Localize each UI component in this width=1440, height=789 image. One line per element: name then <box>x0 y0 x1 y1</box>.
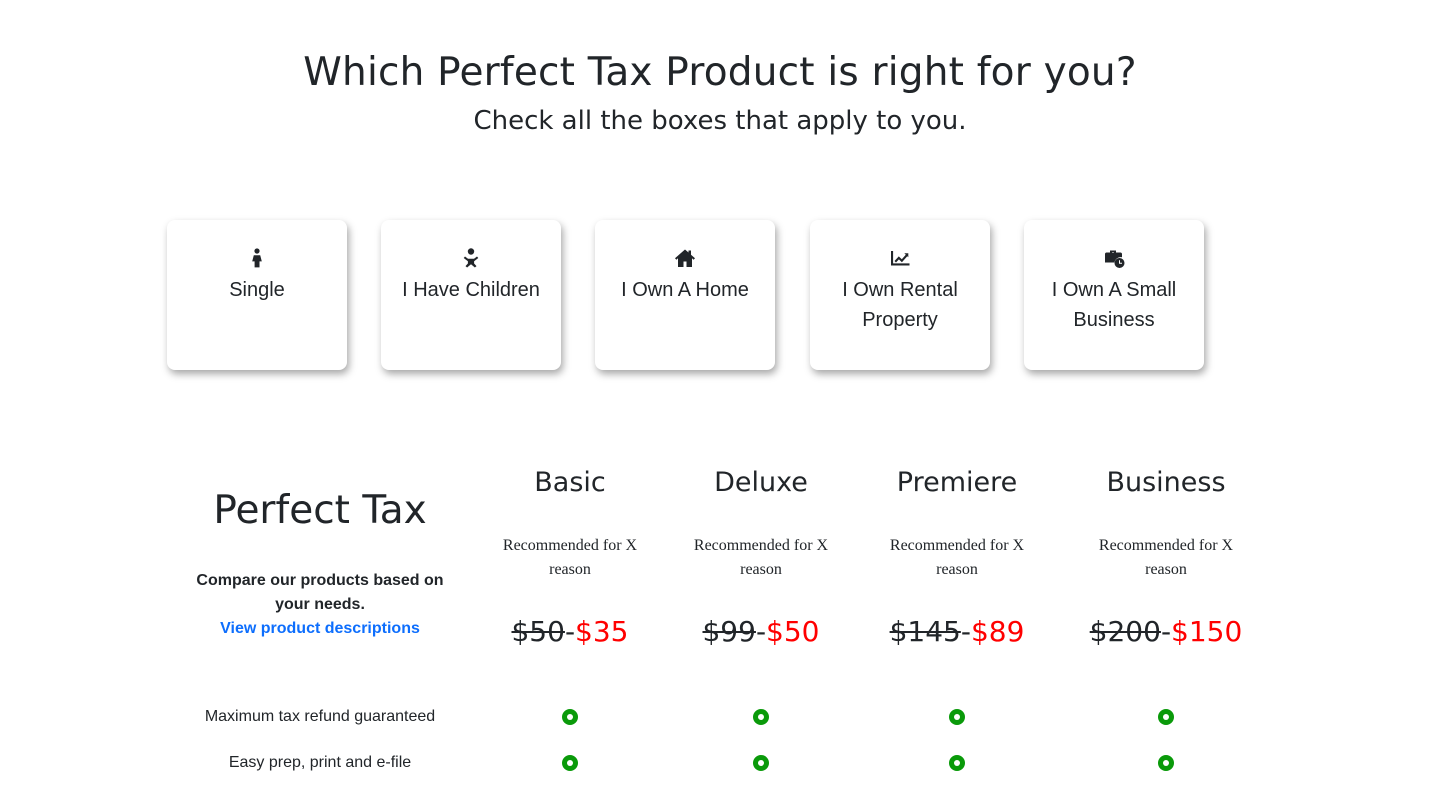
plan-price: $99-$50 <box>666 615 856 648</box>
feature-label: Easy prep, print and e-file <box>228 754 412 771</box>
plan-recommendation: Recommended for X reason <box>693 537 829 578</box>
business-time-icon <box>1103 247 1125 269</box>
sale-price: $150 <box>1171 615 1243 648</box>
plan-recommendation: Recommended for X reason <box>1098 537 1234 578</box>
plan-column-deluxe: Deluxe Recommended for X reason $99-$50 <box>666 460 856 648</box>
original-price: $200 <box>1089 615 1161 648</box>
plan-name: Basic <box>534 467 606 498</box>
check-icon <box>562 755 578 771</box>
sale-price: $89 <box>970 615 1025 648</box>
check-icon <box>949 709 965 725</box>
option-card-single[interactable]: Single <box>167 220 347 370</box>
plan-column-premiere: Premiere Recommended for X reason $145-$… <box>862 460 1052 648</box>
sale-price: $50 <box>766 615 820 648</box>
chart-line-icon <box>889 247 911 269</box>
plan-recommendation: Recommended for X reason <box>502 537 638 578</box>
option-card-business[interactable]: I Own A Small Business <box>1024 220 1204 370</box>
brand-title: Perfect Tax <box>213 488 427 533</box>
option-label: Single <box>229 279 285 301</box>
original-price: $50 <box>511 615 565 648</box>
plan-name: Business <box>1106 467 1226 498</box>
compare-description: Compare our products based on your needs… <box>196 572 444 613</box>
check-icon <box>753 755 769 771</box>
check-icon <box>1158 709 1174 725</box>
option-label: I Own A Home <box>621 279 749 301</box>
page-title: Which Perfect Tax Product is right for y… <box>303 50 1137 95</box>
option-card-home[interactable]: I Own A Home <box>595 220 775 370</box>
plan-name: Deluxe <box>714 467 808 498</box>
home-icon <box>674 247 696 269</box>
price-separator: - <box>755 615 767 648</box>
plan-column-basic: Basic Recommended for X reason $50-$35 <box>475 460 665 648</box>
plan-column-business: Business Recommended for X reason $200-$… <box>1071 460 1261 648</box>
option-label: I Have Children <box>402 279 540 301</box>
original-price: $99 <box>702 615 756 648</box>
feature-label: Maximum tax refund guaranteed <box>204 708 436 725</box>
check-icon <box>1158 755 1174 771</box>
plan-recommendation: Recommended for X reason <box>889 537 1025 578</box>
plan-price: $145-$89 <box>862 615 1052 648</box>
price-separator: - <box>564 615 576 648</box>
plan-price: $200-$150 <box>1071 615 1261 648</box>
view-product-descriptions-link[interactable]: View product descriptions <box>190 617 450 641</box>
price-separator: - <box>1160 615 1172 648</box>
original-price: $145 <box>889 615 961 648</box>
option-card-rental[interactable]: I Own Rental Property <box>810 220 990 370</box>
option-label: I Own A Small Business <box>1051 279 1177 331</box>
person-icon <box>246 247 268 269</box>
price-separator: - <box>960 615 971 648</box>
sale-price: $35 <box>575 615 629 648</box>
option-card-children[interactable]: I Have Children <box>381 220 561 370</box>
check-icon <box>949 755 965 771</box>
check-icon <box>562 709 578 725</box>
check-icon <box>753 709 769 725</box>
page-subtitle: Check all the boxes that apply to you. <box>473 106 967 136</box>
option-label: I Own Rental Property <box>842 279 958 331</box>
plan-name: Premiere <box>896 467 1018 498</box>
page: Which Perfect Tax Product is right for y… <box>0 0 1440 789</box>
plan-price: $50-$35 <box>475 615 665 648</box>
baby-icon <box>460 247 482 269</box>
